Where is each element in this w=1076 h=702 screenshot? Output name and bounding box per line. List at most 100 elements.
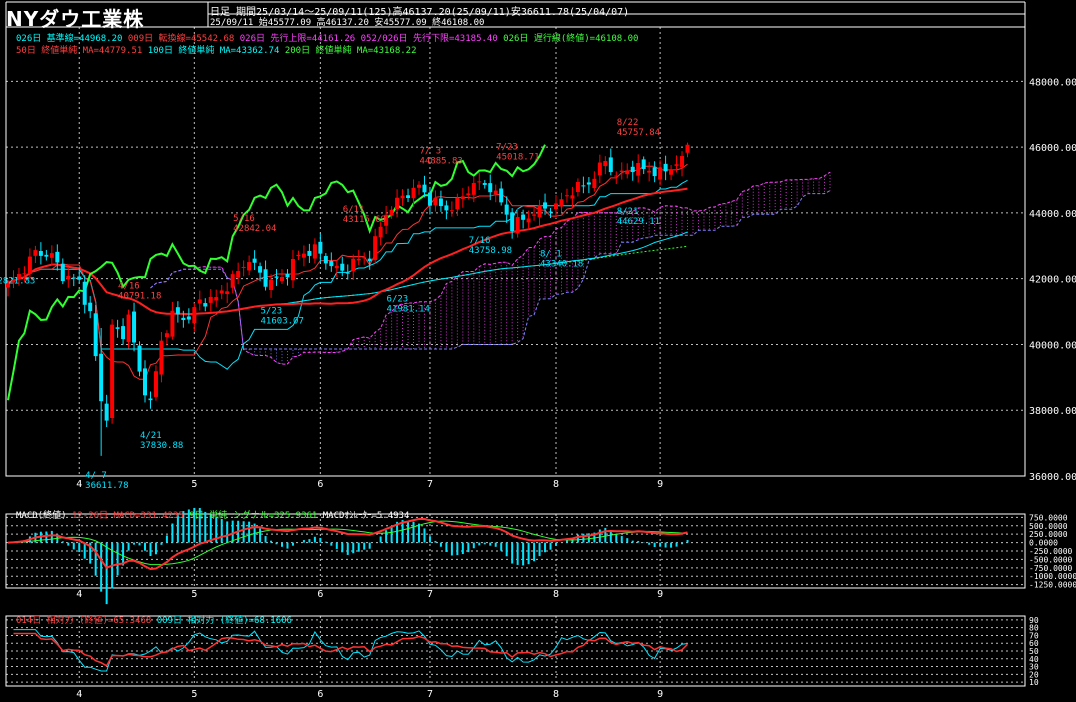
price-annotation: 4/ 7 — [85, 471, 107, 481]
candle-body — [554, 203, 558, 210]
price-annotation: 41981.14 — [387, 304, 430, 314]
price-annotation: 41603.07 — [261, 317, 304, 327]
candle-body — [395, 197, 400, 210]
candle-body — [66, 275, 71, 280]
candle-body — [77, 276, 82, 280]
price-annotation: 42842.04 — [233, 224, 276, 234]
candle-body — [597, 162, 602, 176]
candle-body — [38, 251, 43, 256]
candle-body — [22, 273, 27, 275]
legend-row-2: 50日 終値単純 MA=44779.51 100日 終値単純 MA=43362.… — [16, 43, 417, 56]
price-annotation: 4/16 — [118, 281, 140, 291]
candle-body — [482, 183, 487, 185]
candle-body — [680, 156, 685, 168]
rsi-legend: 014日 相対力 (終値)=65.3468 009日 相対力 (終値)=68.1… — [16, 613, 292, 626]
candle-body — [521, 214, 526, 220]
price-annotation: 6/23 — [387, 294, 409, 304]
candle-body — [438, 198, 443, 207]
candle-body — [44, 254, 49, 257]
price-annotation: 7/ 3 — [419, 147, 441, 157]
candle-body — [575, 182, 580, 192]
candle-body — [269, 279, 274, 291]
price-annotation: 7/16 — [469, 236, 491, 246]
candle-body — [208, 296, 213, 303]
candle-body — [422, 184, 427, 193]
candle-body — [181, 317, 186, 321]
candle-body — [197, 299, 202, 304]
macd-oscillator: MACDｵｼﾚｰﾀｰ=5.4934 — [322, 511, 410, 521]
candle-body — [110, 324, 115, 419]
macd-tick-label: -1250.0000 — [1029, 581, 1076, 590]
rsi14-line — [13, 632, 689, 667]
price-annotation: 43115.69 — [343, 215, 386, 225]
candle-body — [636, 162, 641, 176]
candle-body — [225, 291, 230, 295]
candle-body — [581, 185, 586, 187]
price-tick-label: 40000.00 — [1029, 340, 1076, 351]
price-annotation: 4/21 — [140, 431, 162, 441]
candle-body — [280, 277, 284, 281]
candle-body — [318, 241, 323, 254]
price-annotation: 43340.18 — [540, 260, 583, 270]
rsi-x-tick-label: 9 — [657, 689, 663, 700]
candle-body — [334, 265, 339, 269]
candle-body — [460, 196, 465, 199]
candle-body — [603, 160, 608, 167]
price-x-tick-label: 7 — [427, 479, 433, 490]
candle-body — [312, 244, 317, 259]
macd-title: MACD(終値) — [16, 511, 67, 521]
candle-body — [614, 175, 619, 177]
price-x-tick-label: 4 — [76, 479, 82, 490]
candle-body — [143, 368, 147, 396]
price-tick-label: 42000.00 — [1029, 275, 1076, 286]
price-annotation: 8/21 — [617, 207, 639, 217]
candle-body — [258, 266, 263, 273]
price-annotation: 8/22 — [617, 118, 639, 128]
price-annotation: 7/23 — [496, 142, 518, 152]
candle-body — [570, 195, 575, 199]
candle-body — [175, 307, 180, 315]
candle-body — [33, 250, 38, 256]
price-annotation: 44629.11 — [617, 217, 660, 227]
candle-body — [499, 188, 504, 203]
candle-body — [71, 277, 76, 279]
candle-body — [455, 197, 460, 210]
candle-body — [515, 217, 520, 234]
candle-body — [669, 169, 674, 175]
candle-body — [340, 263, 345, 271]
candle-body — [608, 157, 613, 173]
rsi-x-tick-label: 4 — [76, 689, 82, 700]
candle-body — [592, 178, 597, 188]
candle-body — [641, 159, 646, 169]
candle-body — [400, 195, 405, 199]
price-annotation: 40791.18 — [118, 291, 161, 301]
price-annotation: 6/11 — [343, 205, 365, 215]
price-annotation: 5/16 — [233, 214, 255, 224]
candle-body — [477, 181, 482, 183]
candle-body — [685, 144, 690, 153]
price-annotation: 5/23 — [261, 307, 283, 317]
candle-body — [126, 314, 131, 342]
price-annotation: 36611.78 — [85, 481, 128, 491]
candle-body — [411, 187, 416, 199]
candle-body — [433, 197, 438, 206]
candle-body — [88, 302, 93, 312]
price-tick-label: 38000.00 — [1029, 406, 1076, 417]
price-annotation: 45018.71 — [496, 152, 539, 162]
candle-body — [170, 310, 175, 337]
candle-body — [252, 258, 257, 263]
candle-body — [192, 307, 197, 324]
candle-body — [488, 183, 493, 193]
price-x-tick-label: 9 — [657, 479, 663, 490]
price-tick-label: 44000.00 — [1029, 209, 1076, 220]
candle-body — [148, 398, 153, 401]
candle-body — [241, 266, 246, 268]
candle-body — [493, 190, 498, 195]
candle-body — [27, 256, 32, 274]
candle-body — [137, 345, 142, 372]
candle-body — [586, 182, 591, 185]
candle-body — [99, 353, 104, 402]
candle-body — [564, 195, 569, 197]
price-annotation: 45757.84 — [617, 128, 660, 138]
candle-body — [658, 167, 663, 180]
